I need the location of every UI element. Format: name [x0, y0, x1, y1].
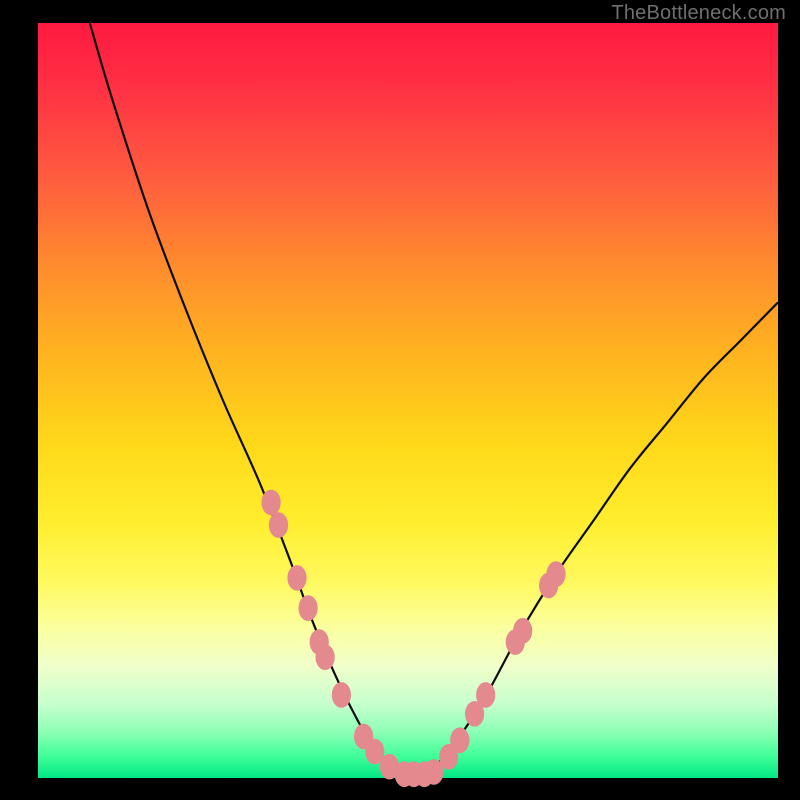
bottleneck-chart	[38, 23, 778, 778]
curve-marker	[298, 595, 317, 621]
curve-marker	[269, 512, 288, 538]
curve-marker	[450, 727, 469, 753]
curve-marker	[546, 561, 565, 587]
bottleneck-curve-path	[90, 23, 778, 777]
curve-marker	[513, 618, 532, 644]
plot-area	[38, 23, 778, 778]
curve-marker	[332, 682, 351, 708]
curve-marker	[261, 490, 280, 516]
watermark-label: TheBottleneck.com	[611, 2, 786, 25]
chart-frame: TheBottleneck.com	[0, 0, 800, 800]
curve-marker	[316, 644, 335, 670]
marker-layer	[261, 490, 565, 787]
curve-marker	[476, 682, 495, 708]
curve-marker	[287, 565, 306, 591]
